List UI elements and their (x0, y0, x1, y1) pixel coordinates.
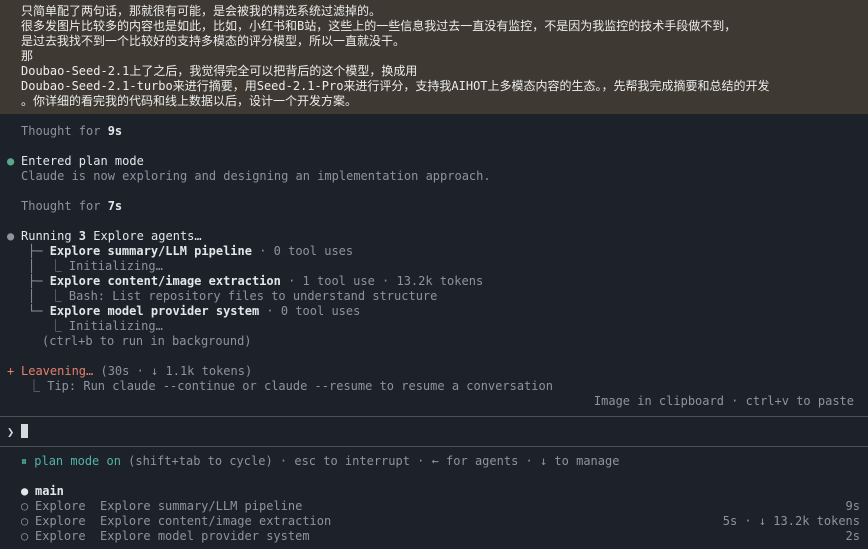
prompt-chevron-icon: ❯ (7, 425, 15, 439)
tree-branch-icon: ├─ (28, 274, 50, 288)
prompt-line: Doubao-Seed-2.1上了之后，我觉得完全可以把背后的这个模型，换成用 (21, 64, 418, 78)
prompt-line: 只简单配了两句话，那就很有可能，是会被我的精选系统过滤掉的。 (21, 4, 382, 18)
tree-branch-icon: │ ⎿ (28, 259, 69, 273)
prompt-line: 。你详细的看完我的代码和线上数据以后，设计一个开发方案。 (21, 94, 358, 108)
task-stat: 5s · ↓ 13.2k tokens (722, 514, 860, 528)
thought-duration: 9s (107, 124, 123, 138)
agent-meta: · 1 tool use · 13.2k tokens (280, 274, 484, 288)
tip-text: Tip: Run claude --continue or claude --r… (47, 379, 553, 393)
status-meta: (30s · ↓ 1.1k tokens) (93, 364, 253, 378)
input-top-divider (0, 416, 868, 417)
agent-item[interactable]: ├─ Explore content/image extraction · 1 … (28, 274, 483, 289)
pause-icon: ⏸ (21, 454, 28, 468)
task-name: Explore model provider system (100, 529, 310, 543)
agent-name: Explore model provider system (49, 304, 260, 318)
agent-status: │ ⎿ Initializing… (28, 259, 163, 274)
task-kind: Explore (35, 529, 86, 543)
agent-status-text: Bash: List repository files to understan… (68, 289, 438, 303)
task-name: Explore summary/LLM pipeline (100, 499, 303, 513)
thought-indicator: Thought for 7s (21, 199, 122, 214)
agent-meta: · 0 tool uses (259, 304, 361, 318)
filled-circle-icon: ● (21, 484, 29, 498)
prompt-line: 很多发图片比较多的内容也是如此，比如，小红书和B站，这些上的一些信息我过去一直没… (21, 19, 737, 33)
tree-branch-icon: └─ (28, 304, 50, 318)
tree-branch-icon: │ ⎿ (28, 289, 69, 303)
user-prompt-block: 只简单配了两句话，那就很有可能，是会被我的精选系统过滤掉的。 很多发图片比较多的… (0, 0, 868, 114)
agents-count: 3 (78, 229, 87, 243)
prompt-line: Doubao-Seed-2.1-turbo来进行摘要，用Seed-2.1-Pro… (21, 79, 770, 93)
clipboard-hint: Image in clipboard · ctrl+v to paste (593, 394, 854, 408)
task-main[interactable]: main (35, 484, 64, 499)
task-kind: Explore (35, 514, 86, 528)
mode-status-bar: ⏸ plan mode on (shift+tab to cycle) · es… (21, 454, 619, 469)
input-bottom-divider (0, 446, 868, 447)
agent-status: │ ⎿ Bash: List repository files to under… (28, 289, 437, 304)
background-hint: (ctrl+b to run in background) (42, 334, 252, 348)
agents-prefix: Running (21, 229, 79, 243)
tree-branch-icon: ├─ (28, 244, 50, 258)
task-kind: Explore (35, 499, 86, 513)
thought-indicator: Thought for 9s (21, 124, 122, 139)
thought-duration: 7s (107, 199, 123, 213)
task-row[interactable]: Explore Explore model provider system (35, 529, 310, 544)
plan-mode-title: Entered plan mode (21, 154, 144, 168)
input-row[interactable]: ❯ (7, 424, 29, 440)
agent-name: Explore summary/LLM pipeline (49, 244, 252, 258)
empty-circle-icon: ○ (21, 514, 29, 528)
agents-header: Running 3 Explore agents… (21, 229, 202, 244)
mode-shortcuts: (shift+tab to cycle) · esc to interrupt … (120, 454, 620, 468)
agent-status-text: Initializing… (68, 319, 163, 333)
tree-branch-icon: ⎿ (28, 319, 69, 333)
empty-circle-icon: ○ (21, 499, 29, 513)
task-stat: 9s (845, 499, 860, 513)
thought-label: Thought for (21, 124, 108, 138)
agent-name: Explore content/image extraction (49, 274, 281, 288)
tree-branch-icon: ⎿ (28, 379, 48, 393)
thought-label: Thought for (21, 199, 108, 213)
status-label: Leavening… (21, 364, 94, 378)
agents-suffix: Explore agents… (86, 229, 202, 243)
plan-mode-indicator[interactable]: plan mode on (34, 454, 121, 468)
agent-status: ⎿ Initializing… (28, 319, 163, 334)
spinner-icon: + (7, 364, 15, 378)
agent-status-text: Initializing… (68, 259, 163, 273)
plan-mode-description: Claude is now exploring and designing an… (21, 169, 491, 183)
task-row[interactable]: Explore Explore summary/LLM pipeline (35, 499, 302, 514)
agent-item[interactable]: ├─ Explore summary/LLM pipeline · 0 tool… (28, 244, 353, 259)
agent-item[interactable]: └─ Explore model provider system · 0 too… (28, 304, 360, 319)
task-name: Explore content/image extraction (100, 514, 332, 528)
task-stat: 2s (845, 529, 860, 543)
prompt-line: 是过去我找不到一个比较好的支持多模态的评分模型，所以一直就没干。 (21, 34, 406, 48)
status-line: Leavening… (30s · ↓ 1.1k tokens) (21, 364, 252, 379)
agent-meta: · 0 tool uses (251, 244, 354, 258)
task-row[interactable]: Explore Explore content/image extraction (35, 514, 331, 529)
tip-line: ⎿ Tip: Run claude --continue or claude -… (28, 379, 553, 394)
prompt-line: 那 (21, 49, 34, 63)
text-cursor (21, 424, 29, 438)
bullet-dot-icon: ● (7, 229, 15, 243)
empty-circle-icon: ○ (21, 529, 29, 543)
bullet-dot-icon: ● (7, 154, 15, 168)
